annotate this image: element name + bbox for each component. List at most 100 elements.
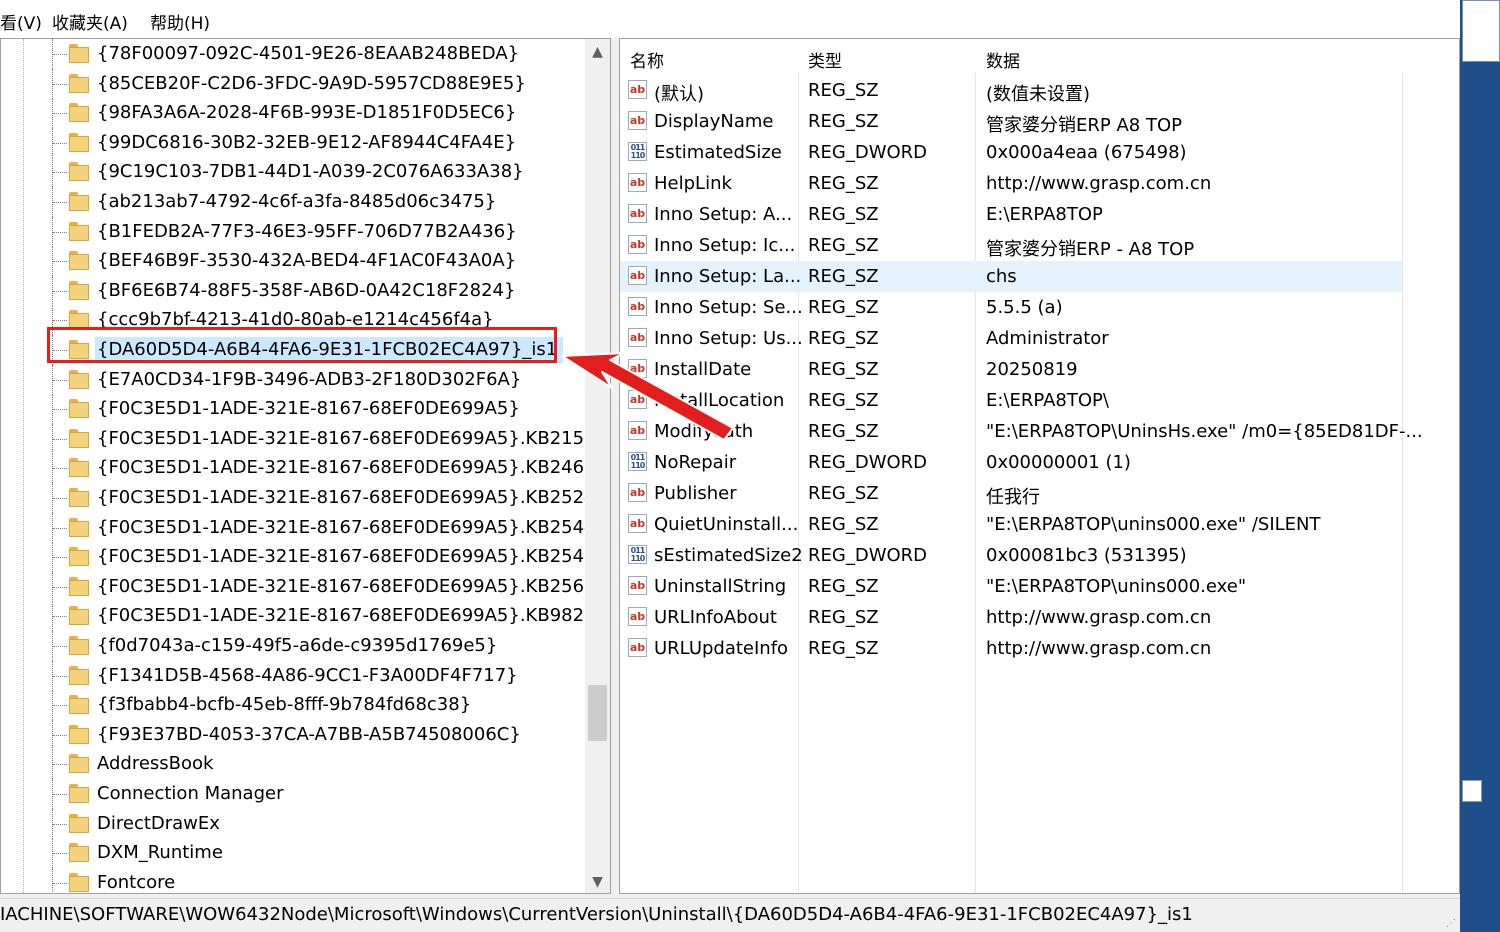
tree-item[interactable]: {BEF46B9F-3530-432A-BED4-4F1AC0F43A0A}	[1, 246, 585, 277]
folder-icon	[69, 872, 89, 892]
menu-view[interactable]: 看(V)	[0, 9, 42, 34]
value-data: 任我行	[986, 487, 1040, 508]
tree-item[interactable]: DirectDrawEx	[1, 808, 585, 839]
column-header-data[interactable]: 数据	[986, 47, 1020, 72]
tree-item-label: {F0C3E5D1-1ADE-321E-8167-68EF0DE699A5}.K…	[97, 546, 611, 568]
tree-item[interactable]: {BF6E6B74-88F5-358F-AB6D-0A42C18F2824}	[1, 275, 585, 306]
column-divider[interactable]	[1402, 39, 1403, 893]
value-row[interactable]: ab InstallDate REG_SZ 20250819	[620, 354, 1402, 385]
folder-icon	[69, 665, 89, 685]
tree-connector-line	[53, 527, 67, 529]
tree-scroll-thumb[interactable]	[588, 685, 607, 741]
tree-connector-line	[53, 261, 67, 263]
tree-item[interactable]: {F0C3E5D1-1ADE-321E-8167-68EF0DE699A5}.K…	[1, 601, 610, 632]
tree-item[interactable]: {F0C3E5D1-1ADE-321E-8167-68EF0DE699A5}.K…	[1, 512, 610, 543]
tree-item[interactable]: {F0C3E5D1-1ADE-321E-8167-68EF0DE699A5}.K…	[1, 423, 610, 454]
tree-connector-line	[53, 172, 67, 174]
tree-item[interactable]: {f3fbabb4-bcfb-45eb-8fff-9b784fd68c38}	[1, 690, 585, 721]
tree-item[interactable]: {78F00097-092C-4501-9E26-8EAAB248BEDA}	[1, 39, 585, 69]
tree-item[interactable]: {F0C3E5D1-1ADE-321E-8167-68EF0DE699A5}.K…	[1, 571, 610, 602]
tree-connector-line	[53, 646, 67, 647]
tree-item[interactable]: {F1341D5B-4568-4A86-9CC1-F3A00DF4F717}	[1, 660, 585, 691]
folder-icon	[69, 369, 89, 389]
menu-favorites[interactable]: 收藏夹(A)	[52, 9, 128, 34]
menu-bar: 看(V) 收藏夹(A) 帮助(H)	[0, 0, 1460, 38]
folder-icon	[69, 754, 89, 774]
value-row[interactable]: ab ModifyPath REG_SZ "E:\ERPA8TOP\UninsHs.e…	[620, 416, 1423, 447]
value-data: 0x000a4eaa (675498)	[986, 142, 1187, 163]
tree-item[interactable]: {98FA3A6A-2028-4F6B-993E-D1851F0D5EC6}	[1, 98, 585, 129]
tree-item[interactable]: {F0C3E5D1-1ADE-321E-8167-68EF0DE699A5}.K…	[1, 483, 610, 513]
folder-icon	[69, 606, 89, 626]
value-row[interactable]: ab InstallLocation REG_SZ E:\ERPA8TOP\	[620, 385, 1402, 416]
value-row[interactable]: ab Inno Setup: Us... REG_SZ Administrator	[620, 323, 1402, 354]
value-name: (默认)	[654, 84, 705, 105]
column-header-name[interactable]: 名称	[630, 47, 664, 72]
tree-item[interactable]: {B1FEDB2A-77F3-46E3-95FF-706D77B2A436}	[1, 216, 585, 247]
folder-icon	[69, 428, 89, 448]
tree-item[interactable]: Fontcore	[1, 867, 585, 893]
menu-help[interactable]: 帮助(H)	[150, 9, 210, 34]
folder-icon	[69, 399, 89, 419]
value-row[interactable]: ab HelpLink REG_SZ http://www.grasp.com.cn	[620, 168, 1402, 199]
value-row[interactable]: 011 110 NoRepair REG_DWORD 0x00000001 (1)	[620, 447, 1402, 478]
string-value-icon: ab	[628, 80, 647, 99]
tree-connector-line	[53, 202, 67, 203]
value-type: REG_SZ	[808, 421, 879, 442]
tree-connector-line	[53, 734, 67, 736]
column-header-type[interactable]: 类型	[808, 47, 842, 72]
value-row[interactable]: ab URLInfoAbout REG_SZ http://www.grasp.com…	[620, 602, 1402, 633]
resize-grip-icon[interactable]: ⋰	[1446, 918, 1456, 929]
string-value-icon: ab	[628, 328, 647, 347]
tree-item-label: Connection Manager	[97, 783, 284, 804]
tree-item[interactable]: DXM_Runtime	[1, 838, 585, 869]
tree-item[interactable]: {f0d7043a-c159-49f5-a6de-c9395d1769e5}	[1, 631, 585, 661]
value-row[interactable]: 011 110 EstimatedSize REG_DWORD 0x000a4eaa …	[620, 137, 1402, 168]
tree-item[interactable]: {E7A0CD34-1F9B-3496-ADB3-2F180D302F6A}	[1, 364, 585, 395]
tree-item[interactable]: {F0C3E5D1-1ADE-321E-8167-68EF0DE699A5}.K…	[1, 453, 610, 484]
tree-item[interactable]: {ab213ab7-4792-4c6f-a3fa-8485d06c3475}	[1, 187, 585, 217]
folder-icon	[69, 576, 89, 596]
string-value-icon: ab	[628, 421, 647, 440]
tree-item-label: {F93E37BD-4053-37CA-A7BB-A5B74508006C}	[97, 723, 521, 745]
tree-item[interactable]: {99DC6816-30B2-32EB-9E12-AF8944C4FA4E}	[1, 127, 585, 158]
values-pane: 名称 类型 数据 ab (默认) REG_SZ (数值未设置) ab DisplayNam…	[619, 38, 1460, 894]
scroll-down-arrow-icon[interactable]: ▼	[585, 869, 610, 893]
tree-connector-line	[53, 142, 67, 144]
tree-connector-line	[53, 54, 67, 55]
string-value-icon: ab	[628, 514, 647, 533]
tree-item[interactable]: {85CEB20F-C2D6-3FDC-9A9D-5957CD88E9E5}	[1, 68, 585, 99]
tree-item[interactable]: {F0C3E5D1-1ADE-321E-8167-68EF0DE699A5}.K…	[1, 542, 610, 573]
tree-item[interactable]: AddressBook	[1, 749, 585, 780]
value-row[interactable]: ab Inno Setup: Se... REG_SZ 5.5.5 (a)	[620, 292, 1402, 323]
value-data: http://www.grasp.com.cn	[986, 173, 1212, 194]
value-row[interactable]: ab Inno Setup: Ic... REG_SZ 管家婆分销ERP - A8 T…	[620, 230, 1402, 261]
tree-item[interactable]: {9C19C103-7DB1-44D1-A039-2C076A633A38}	[1, 157, 585, 188]
tree-connector-line	[53, 823, 67, 825]
tree-scrollbar[interactable]: ▲ ▼	[585, 39, 610, 893]
value-type: REG_SZ	[808, 483, 879, 504]
value-row[interactable]: ab Publisher REG_SZ 任我行	[620, 478, 1402, 509]
tree-item[interactable]: Connection Manager	[1, 779, 585, 809]
folder-icon	[69, 103, 89, 123]
scroll-up-arrow-icon[interactable]: ▲	[585, 39, 610, 65]
tree-item[interactable]: {F93E37BD-4053-37CA-A7BB-A5B74508006C}	[1, 719, 585, 750]
value-row[interactable]: ab Inno Setup: A... REG_SZ E:\ERPA8TOP	[620, 199, 1402, 230]
value-row[interactable]: ab (默认) REG_SZ (数值未设置)	[620, 75, 1402, 106]
value-name: UninstallString	[654, 576, 787, 597]
folder-icon	[69, 251, 89, 271]
tree-item-label: {BF6E6B74-88F5-358F-AB6D-0A42C18F2824}	[97, 279, 516, 301]
value-name: URLInfoAbout	[654, 607, 777, 628]
tree-item[interactable]: {F0C3E5D1-1ADE-321E-8167-68EF0DE699A5}	[1, 394, 585, 425]
value-name: sEstimatedSize2	[654, 545, 803, 566]
value-row[interactable]: 011 110 sEstimatedSize2 REG_DWORD 0x00081bc…	[620, 540, 1402, 571]
value-row[interactable]: ab Inno Setup: La... REG_SZ chs	[620, 261, 1402, 292]
value-data: http://www.grasp.com.cn	[986, 607, 1212, 628]
value-row[interactable]: ab QuietUninstall... REG_SZ "E:\ERPA8TOP\un…	[620, 509, 1402, 540]
value-row[interactable]: ab DisplayName REG_SZ 管家婆分销ERP A8 TOP	[620, 106, 1402, 137]
folder-icon	[69, 517, 89, 537]
status-path: IACHINE\SOFTWARE\WOW6432Node\Microsoft\W…	[0, 904, 1193, 925]
value-row[interactable]: ab URLUpdateInfo REG_SZ http://www.grasp.co…	[620, 633, 1402, 664]
value-data: chs	[986, 266, 1017, 287]
value-row[interactable]: ab UninstallString REG_SZ "E:\ERPA8TOP\unin…	[620, 571, 1402, 602]
